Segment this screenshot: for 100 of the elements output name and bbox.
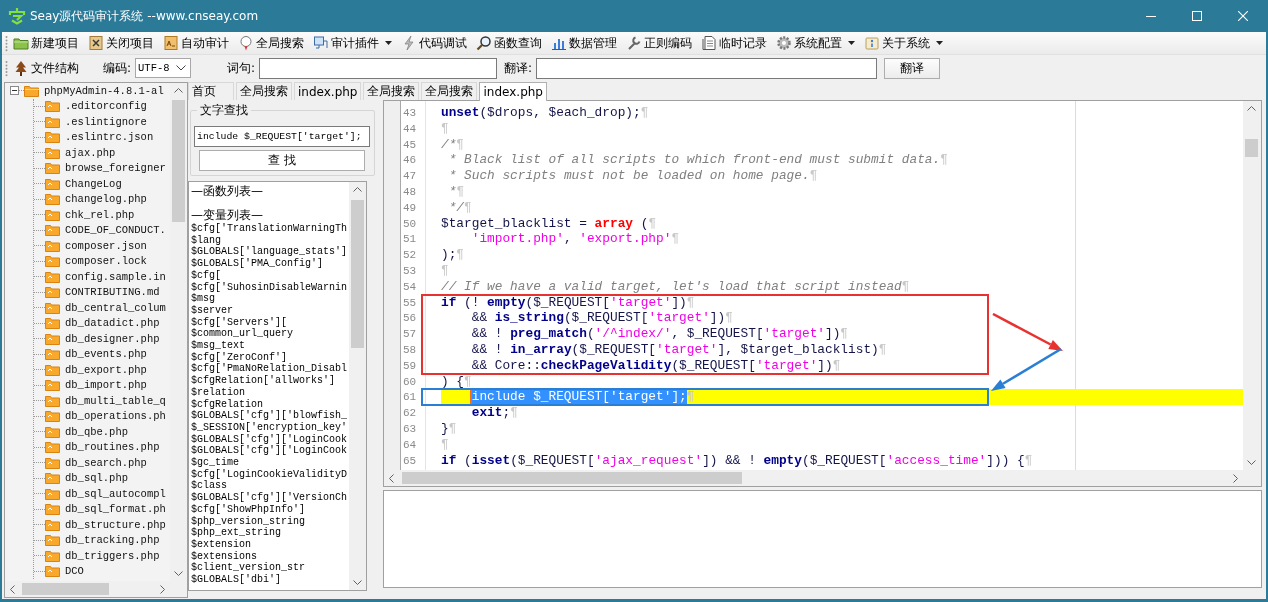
- tree-item[interactable]: db_operations.ph: [65, 410, 166, 423]
- tree-item[interactable]: db_export.php: [65, 363, 147, 376]
- tree-item[interactable]: ajax.php: [65, 146, 116, 159]
- list-item[interactable]: $cfgRelation['allworks']: [191, 375, 336, 387]
- tree-item[interactable]: chk_rel.php: [65, 208, 135, 221]
- toolbar-button[interactable]: 代码调试: [397, 32, 471, 54]
- tab[interactable]: 全局搜索: [421, 82, 478, 100]
- list-item[interactable]: $cfg[: [191, 269, 221, 281]
- tree-item[interactable]: db_sql_format.ph: [65, 503, 166, 516]
- tree-item[interactable]: .editorconfig: [65, 100, 147, 113]
- list-item[interactable]: $cfgRelation: [191, 398, 263, 410]
- toolbar-button[interactable]: 函数查询: [472, 32, 546, 54]
- list-item[interactable]: $extension: [191, 539, 251, 550]
- tab[interactable]: index.php: [479, 82, 547, 101]
- tree-item[interactable]: db_sql.php: [65, 472, 128, 485]
- list-item[interactable]: $cfg['SuhosinDisableWarnin: [191, 281, 348, 293]
- scrollbar-thumb[interactable]: [172, 100, 185, 222]
- scroll-down-icon[interactable]: [1247, 460, 1256, 465]
- tree-item[interactable]: CONTRIBUTING.md: [65, 286, 160, 299]
- collapse-icon[interactable]: [10, 86, 19, 96]
- find-button[interactable]: 查 找: [199, 150, 365, 171]
- scroll-right-icon[interactable]: [160, 584, 165, 594]
- list-item[interactable]: $msg: [191, 293, 215, 305]
- toolbar-grip[interactable]: [5, 34, 8, 52]
- tree-item[interactable]: db_triggers.php: [65, 549, 160, 562]
- toolbar-button[interactable]: 关于系统: [860, 32, 947, 54]
- list-item[interactable]: $class: [191, 480, 227, 492]
- scroll-up-icon[interactable]: [353, 187, 362, 192]
- translate-input[interactable]: [536, 57, 878, 79]
- toolbar-grip[interactable]: [5, 59, 8, 77]
- list-item[interactable]: $GLOBALS['dbi']: [191, 574, 281, 586]
- translate-button[interactable]: 翻译: [884, 57, 941, 79]
- toolbar-button[interactable]: 全局搜索: [234, 32, 308, 54]
- tree-item[interactable]: phpMyAdmin-4.8.1-al: [44, 84, 164, 97]
- list-item[interactable]: $_SESSION['encryption_key': [191, 421, 348, 433]
- list-item[interactable]: $GLOBALS['cfg']['blowfish_: [191, 410, 348, 422]
- list-item[interactable]: $lang: [191, 234, 221, 246]
- tree-item[interactable]: composer.lock: [65, 255, 147, 268]
- tree-item[interactable]: db_designer.php: [65, 332, 160, 345]
- toolbar-button[interactable]: 关闭项目: [84, 32, 158, 54]
- list-item[interactable]: $cfg['PmaNoRelation_Disabl: [191, 363, 348, 375]
- list-item[interactable]: $GLOBALS['cfg']['VersionCh: [191, 492, 348, 504]
- tree-item[interactable]: config.sample.in: [65, 270, 166, 283]
- list-item[interactable]: $server: [191, 304, 233, 316]
- vertical-scrollbar[interactable]: [349, 182, 366, 590]
- tree-item[interactable]: .eslintignore: [65, 115, 147, 128]
- toolbar-button[interactable]: 正则编码: [622, 32, 696, 54]
- list-item[interactable]: $cfg['ZeroConf']: [191, 351, 287, 363]
- scroll-left-icon[interactable]: [389, 473, 394, 483]
- tree-item[interactable]: changelog.php: [65, 193, 147, 206]
- list-item[interactable]: $client_version_str: [191, 562, 306, 574]
- tree-item[interactable]: db_search.php: [65, 456, 147, 469]
- file-structure-button[interactable]: 文件结构: [9, 57, 83, 79]
- tab[interactable]: index.php: [294, 82, 362, 100]
- list-item[interactable]: $GLOBALS['PMA_Config']: [191, 258, 324, 270]
- tree-item[interactable]: db_tracking.php: [65, 534, 160, 547]
- tree-item[interactable]: db_qbe.php: [65, 425, 128, 438]
- list-item[interactable]: $php_ext_string: [191, 527, 281, 539]
- tree-item[interactable]: db_events.php: [65, 348, 147, 361]
- tree-item[interactable]: ChangeLog: [65, 177, 122, 190]
- tree-item[interactable]: db_central_colum: [65, 301, 166, 314]
- scrollbar-thumb[interactable]: [22, 583, 109, 595]
- scroll-up-icon[interactable]: [174, 88, 183, 93]
- tree-item[interactable]: db_sql_autocompl: [65, 487, 166, 500]
- tab[interactable]: 全局搜索: [236, 82, 292, 100]
- list-item[interactable]: $php_version_string: [191, 515, 306, 527]
- scroll-left-icon[interactable]: [10, 584, 15, 594]
- tree-item[interactable]: db_routines.php: [65, 441, 160, 454]
- tree-item[interactable]: DCO: [65, 565, 84, 578]
- scroll-right-icon[interactable]: [1233, 473, 1238, 483]
- list-item[interactable]: $cfg['Servers'][: [191, 316, 287, 328]
- tree-item[interactable]: CODE_OF_CONDUCT.: [65, 224, 166, 237]
- list-item[interactable]: $cfg['ShowPhpInfo']: [191, 503, 306, 515]
- phrase-input[interactable]: [259, 57, 498, 79]
- scroll-down-icon[interactable]: [353, 580, 362, 585]
- tree-item[interactable]: db_structure.php: [65, 518, 166, 531]
- tree-item[interactable]: db_import.php: [65, 379, 147, 392]
- toolbar-button[interactable]: 新建项目: [9, 32, 83, 54]
- list-item[interactable]: $extensions: [191, 550, 257, 562]
- tab[interactable]: 全局搜索: [363, 82, 420, 100]
- list-item[interactable]: $cfg['LoginCookieValidityD: [191, 468, 348, 480]
- toolbar-button[interactable]: 自动审计: [159, 32, 233, 54]
- encoding-select[interactable]: UTF-8: [135, 58, 192, 78]
- list-item[interactable]: $GLOBALS['cfg']['LoginCook: [191, 433, 348, 445]
- scroll-down-icon[interactable]: [174, 571, 183, 576]
- scrollbar-thumb[interactable]: [1245, 139, 1258, 157]
- list-item[interactable]: $GLOBALS['cfg']['LoginCook: [191, 445, 348, 457]
- toolbar-button[interactable]: 系统配置: [772, 32, 859, 54]
- list-item[interactable]: $msg_text: [191, 340, 245, 352]
- tab[interactable]: 首页: [188, 82, 234, 100]
- list-item[interactable]: $relation: [191, 386, 245, 398]
- scrollbar-thumb[interactable]: [351, 200, 364, 348]
- list-item[interactable]: $gc_time: [191, 457, 239, 469]
- list-item[interactable]: $common_url_query: [191, 328, 294, 340]
- list-item[interactable]: $GLOBALS['language_stats']: [191, 246, 348, 258]
- scroll-up-icon[interactable]: [1247, 106, 1256, 111]
- tree-item[interactable]: composer.json: [65, 239, 147, 252]
- scrollbar-thumb[interactable]: [402, 472, 742, 484]
- tree-item[interactable]: db_datadict.php: [65, 317, 160, 330]
- list-item[interactable]: $cfg['TranslationWarningTh: [191, 223, 348, 234]
